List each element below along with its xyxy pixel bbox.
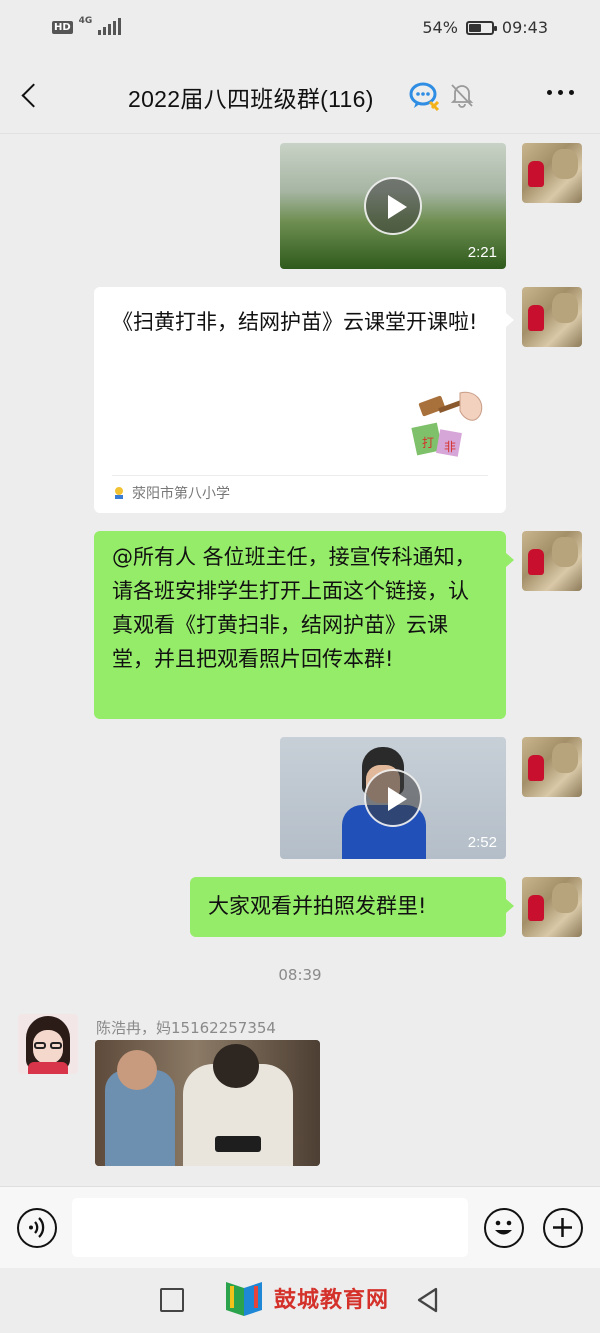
play-icon[interactable]: [364, 769, 422, 827]
divider: [112, 475, 488, 476]
status-bar: HD 4G 54% 09:43: [0, 0, 600, 58]
clock: 09:43: [501, 18, 548, 37]
sender-name: 陈浩冉，妈15162257354: [96, 1019, 276, 1037]
plus-icon[interactable]: [543, 1208, 583, 1248]
video-duration: 2:21: [467, 244, 497, 261]
avatar[interactable]: [522, 531, 582, 591]
text-message[interactable]: @所有人 各位班主任，接宣传科通知，请各班安排学生打开上面这个链接，认真观看《打…: [94, 531, 514, 719]
timestamp: 08:39: [278, 966, 322, 984]
link-card-source: 荥阳市第八小学: [132, 486, 230, 502]
back-arrow-icon[interactable]: [14, 78, 48, 112]
text-message[interactable]: 大家观看并拍照发群里!: [190, 877, 514, 937]
voice-icon[interactable]: [17, 1208, 57, 1248]
play-icon[interactable]: [364, 177, 422, 235]
video-message[interactable]: 2:52: [280, 737, 506, 859]
chat-bubble-icon[interactable]: [408, 80, 440, 112]
hd-badge: HD: [52, 20, 73, 34]
gavel-thumbnail-icon: 打 非: [410, 385, 488, 461]
emoji-icon[interactable]: [484, 1208, 524, 1248]
link-card-title: 《扫黄打非，结网护苗》云课堂开课啦!: [112, 310, 478, 334]
link-card[interactable]: 《扫黄打非，结网护苗》云课堂开课啦! 打 非 荥阳市第八小学: [94, 287, 514, 513]
school-logo-icon: [115, 487, 123, 499]
battery-icon: [465, 20, 497, 35]
back-triangle-icon[interactable]: [414, 1286, 442, 1314]
video-message[interactable]: 2:21: [280, 143, 506, 269]
message-input[interactable]: [72, 1198, 468, 1257]
watermark: 鼓城教育网: [222, 1278, 389, 1318]
signal-icon: [98, 18, 122, 35]
avatar[interactable]: [522, 287, 582, 347]
book-logo-icon: [226, 1282, 262, 1316]
mute-bell-icon[interactable]: [450, 82, 474, 108]
watermark-text: 鼓城教育网: [274, 1288, 390, 1313]
recent-apps-icon[interactable]: [160, 1288, 184, 1312]
avatar[interactable]: [522, 877, 582, 937]
input-bar: [0, 1186, 600, 1268]
network-type: 4G: [78, 16, 93, 26]
image-message[interactable]: [95, 1040, 320, 1166]
svg-text:打: 打: [422, 436, 434, 450]
battery-percent: 54%: [422, 18, 458, 37]
svg-text:非: 非: [444, 440, 456, 454]
system-navigation: 鼓城教育网: [0, 1268, 600, 1333]
chat-title[interactable]: 2022届八四班级群(116): [128, 80, 374, 114]
avatar[interactable]: [18, 1014, 78, 1074]
more-icon[interactable]: [547, 90, 574, 95]
chat-header: 2022届八四班级群(116): [0, 58, 600, 134]
avatar[interactable]: [522, 143, 582, 203]
avatar[interactable]: [522, 737, 582, 797]
video-duration: 2:52: [467, 834, 497, 851]
